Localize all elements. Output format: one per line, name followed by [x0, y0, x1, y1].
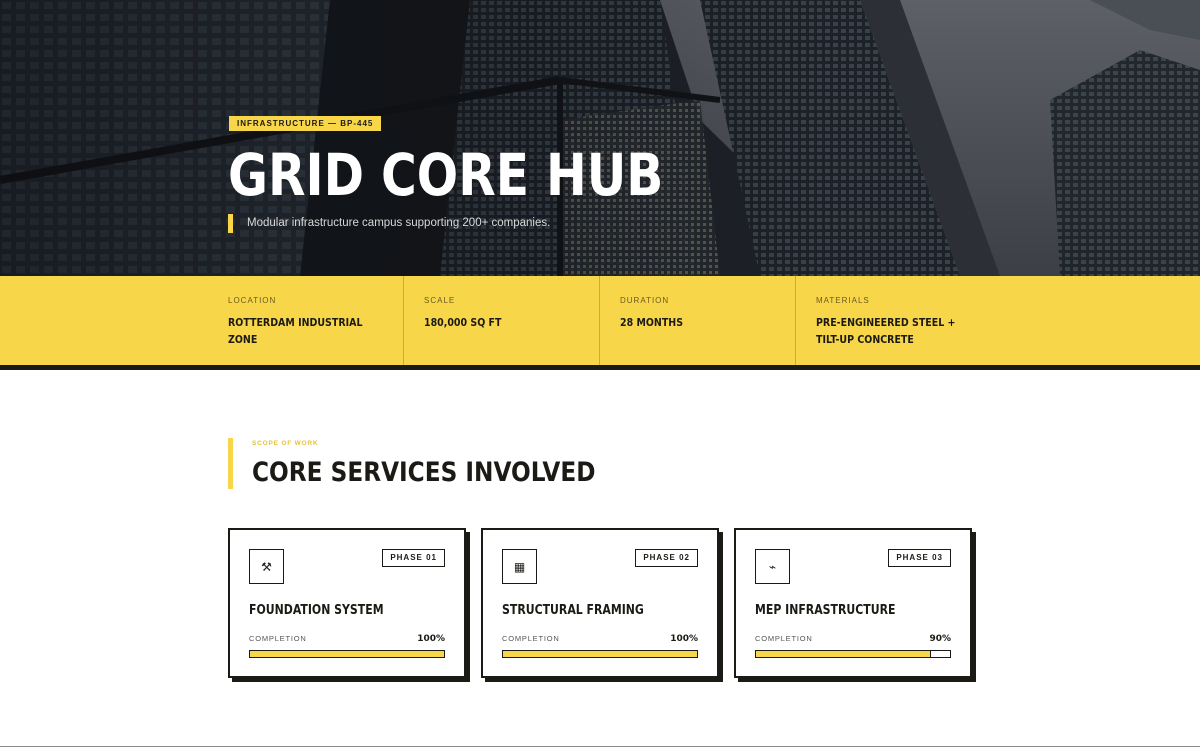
stat-label: MATERIALS [816, 296, 870, 305]
stat-label: SCALE [424, 296, 456, 305]
completion-percent: 90% [929, 634, 951, 644]
service-title: MEP INFRASTRUCTURE [755, 603, 896, 618]
stat-location: LOCATION ROTTERDAM INDUSTRIAL ZONE [228, 276, 418, 365]
section-eyebrow: SCOPE OF WORK [252, 440, 319, 447]
phase-badge: PHASE 03 [888, 549, 951, 567]
plug-icon: ⌁ [755, 549, 790, 584]
stat-label: DURATION [620, 296, 670, 305]
stat-duration: DURATION 28 MONTHS [599, 276, 810, 365]
completion-percent: 100% [417, 634, 445, 644]
stat-divider [599, 276, 600, 365]
phase-badge: PHASE 01 [382, 549, 445, 567]
page-subtitle: Modular infrastructure campus supporting… [247, 217, 551, 229]
progress-fill [503, 651, 697, 657]
hammer-wrench-icon: ⚒ [249, 549, 284, 584]
hero-banner: INFRASTRUCTURE — BP-445 GRID CORE HUB Mo… [0, 0, 1200, 276]
building-icon: ▦ [502, 549, 537, 584]
stat-value: 28 MONTHS [620, 316, 684, 329]
project-stats-bar: LOCATION ROTTERDAM INDUSTRIAL ZONE SCALE… [0, 276, 1200, 370]
subtitle-accent-bar [228, 214, 233, 233]
progress-fill [756, 651, 931, 657]
service-title: STRUCTURAL FRAMING [502, 603, 644, 618]
completion-label: COMPLETION [249, 634, 307, 643]
service-title: FOUNDATION SYSTEM [249, 603, 384, 618]
completion-percent: 100% [670, 634, 698, 644]
stat-value: 180,000 SQ FT [424, 316, 502, 329]
phase-badge: PHASE 02 [635, 549, 698, 567]
service-card-foundation[interactable]: ⚒ PHASE 01 FOUNDATION SYSTEM COMPLETION … [228, 528, 466, 678]
progress-track [249, 650, 445, 658]
stat-scale: SCALE 180,000 SQ FT [403, 276, 614, 365]
completion-label: COMPLETION [502, 634, 560, 643]
service-card-mep[interactable]: ⌁ PHASE 03 MEP INFRASTRUCTURE COMPLETION… [734, 528, 972, 678]
page-title: GRID CORE HUB [228, 141, 664, 209]
section-accent-bar [228, 438, 233, 489]
stat-divider [795, 276, 796, 365]
service-card-framing[interactable]: ▦ PHASE 02 STRUCTURAL FRAMING COMPLETION… [481, 528, 719, 678]
stat-divider [403, 276, 404, 365]
completion-label: COMPLETION [755, 634, 813, 643]
stat-label: LOCATION [228, 296, 277, 305]
stat-materials: MATERIALS PRE-ENGINEERED STEEL + TILT-UP… [795, 276, 1006, 365]
project-category-badge: INFRASTRUCTURE — BP-445 [229, 116, 382, 131]
stat-value: PRE-ENGINEERED STEEL + TILT-UP CONCRETE [816, 316, 956, 346]
stat-value: ROTTERDAM INDUSTRIAL ZONE [228, 316, 363, 346]
progress-track [755, 650, 951, 658]
hero-overlay [0, 0, 1200, 276]
progress-track [502, 650, 698, 658]
progress-fill [250, 651, 444, 657]
section-title: CORE SERVICES INVOLVED [252, 457, 596, 488]
